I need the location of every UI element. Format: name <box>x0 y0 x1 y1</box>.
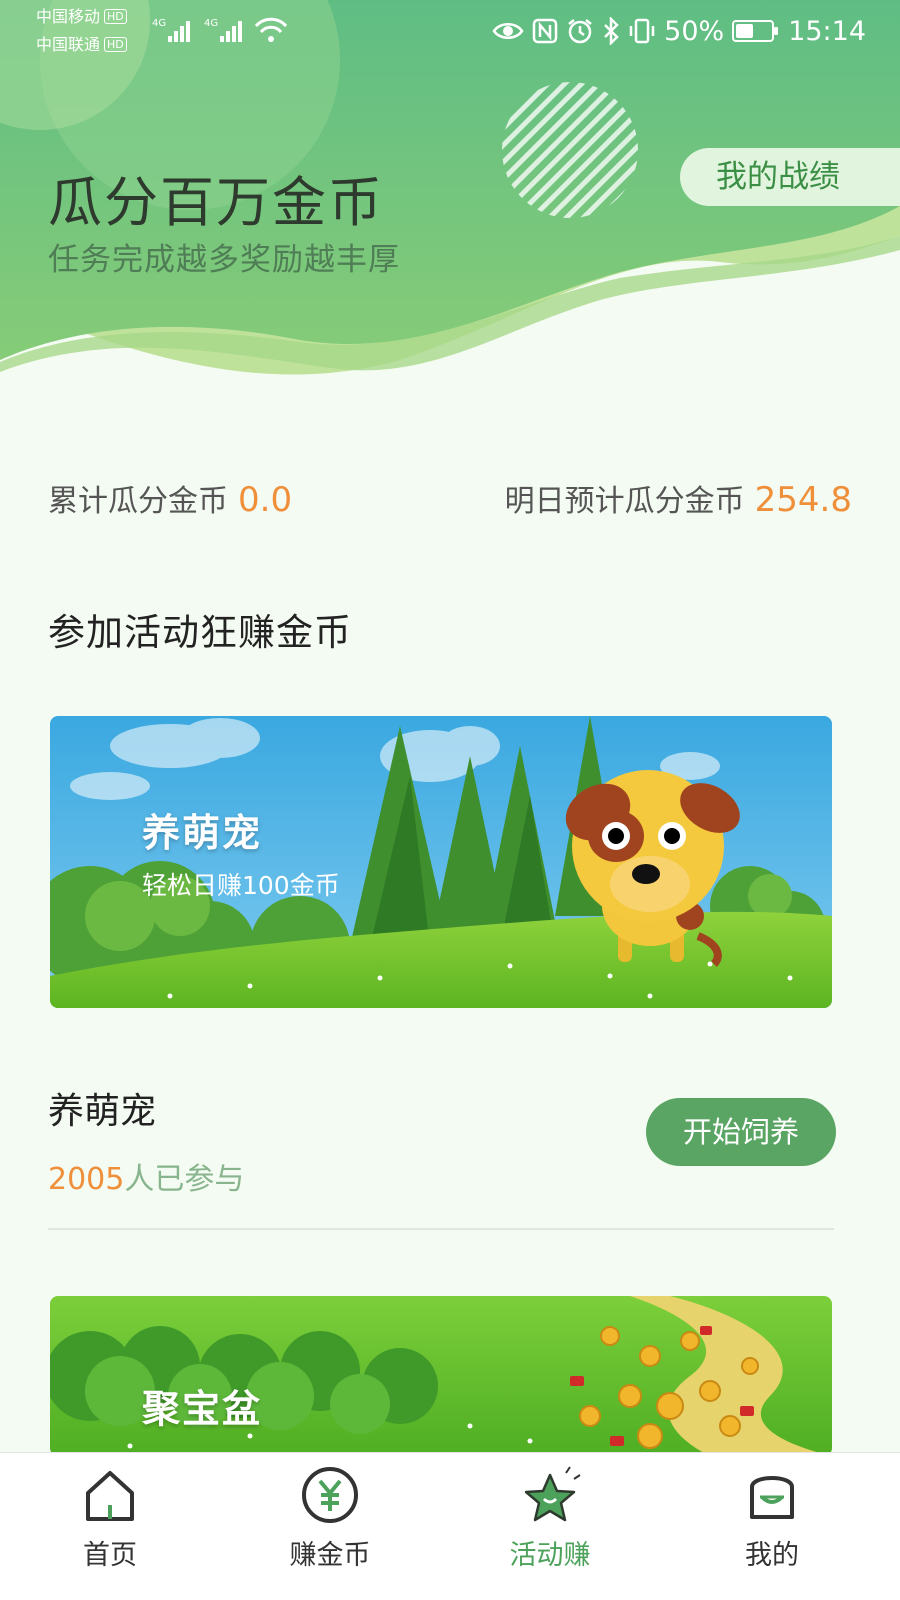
nav-profile-label: 我的 <box>745 1540 799 1571</box>
home-icon <box>86 1471 134 1521</box>
pet-activity-participants: 2005人已参与 <box>48 1154 244 1198</box>
page-subtitle: 任务完成越多奖励越丰厚 <box>48 242 400 278</box>
nav-home[interactable]: 首页 <box>30 1453 190 1600</box>
status-bar: 中国移动 HD 中国联通 HD 4G 4G 50% 15:14 <box>0 0 900 62</box>
my-record-button[interactable]: 我的战绩 <box>680 148 900 206</box>
pet-banner-subtitle: 轻松日赚100金币 <box>142 871 340 900</box>
vibrate-icon <box>629 18 655 44</box>
carrier-1-name: 中国移动 <box>36 7 101 26</box>
hd-badge: HD <box>104 37 127 52</box>
nav-earn-coins[interactable]: 赚金币 <box>250 1453 410 1600</box>
carrier-1: 中国移动 HD <box>36 8 127 26</box>
battery-icon <box>732 20 779 42</box>
clock: 15:14 <box>788 15 866 47</box>
total-coins-value: 0.0 <box>238 480 293 520</box>
battery-percent: 50% <box>664 15 725 47</box>
bluetooth-icon <box>604 17 619 45</box>
star-icon <box>524 1466 581 1522</box>
nav-home-label: 首页 <box>83 1540 137 1571</box>
nfc-icon <box>532 18 558 44</box>
alarm-icon <box>568 19 592 44</box>
page-title: 瓜分百万金币 <box>48 171 384 234</box>
signal-group: 4G 4G <box>152 14 292 50</box>
tomorrow-coins-label: 明日预计瓜分金币 <box>504 484 745 519</box>
yuan-coin-icon <box>302 1467 358 1523</box>
activity-divider <box>48 1228 834 1230</box>
header-banner: 中国移动 HD 中国联通 HD 4G 4G 50% 15:14 瓜分百万金币 任… <box>0 0 900 460</box>
nav-activity-label: 活动赚 <box>509 1540 591 1571</box>
signal-icon: 4G 4G <box>152 17 288 42</box>
participants-suffix: 人已参与 <box>124 1162 245 1197</box>
section-title: 参加活动狂赚金币 <box>48 611 352 654</box>
pet-scene-illustration <box>50 716 832 1008</box>
pet-banner-title: 养萌宠 <box>142 811 263 855</box>
hd-badge: HD <box>104 9 127 24</box>
eye-comfort-icon <box>492 23 524 39</box>
participants-count: 2005 <box>48 1162 125 1197</box>
battery-fill <box>736 24 754 38</box>
network-type-2: 4G <box>204 18 218 29</box>
carrier-2: 中国联通 HD <box>36 36 127 54</box>
nav-earn-coins-label: 赚金币 <box>289 1540 371 1571</box>
tomorrow-coins-stat: 明日预计瓜分金币 254.8 <box>505 476 852 520</box>
carrier-2-name: 中国联通 <box>36 35 101 54</box>
status-right: 50% 15:14 <box>492 14 866 48</box>
profile-bag-icon <box>750 1476 794 1519</box>
nav-profile[interactable]: 我的 <box>692 1453 852 1600</box>
total-coins-stat: 累计瓜分金币 0.0 <box>48 476 292 520</box>
treasure-banner-title: 聚宝盆 <box>142 1387 263 1431</box>
start-feeding-button[interactable]: 开始饲养 <box>646 1098 836 1166</box>
tomorrow-coins-value: 254.8 <box>754 480 852 520</box>
nav-activity[interactable]: 活动赚 <box>470 1453 630 1600</box>
pet-activity-banner[interactable]: 养萌宠 轻松日赚100金币 <box>50 716 832 1008</box>
pet-activity-name: 养萌宠 <box>48 1091 157 1132</box>
network-type-1: 4G <box>152 18 166 29</box>
treasure-activity-banner[interactable]: 聚宝盆 <box>50 1296 832 1456</box>
bottom-navigation: 首页 赚金币 活动赚 我的 <box>0 1452 900 1600</box>
total-coins-label: 累计瓜分金币 <box>48 484 228 519</box>
